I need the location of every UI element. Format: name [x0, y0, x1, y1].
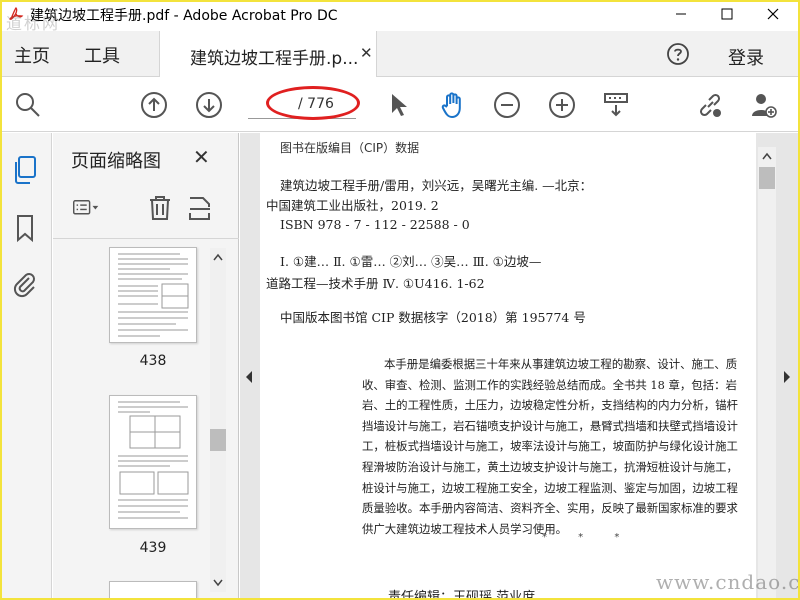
cip-line: 建筑边坡工程手册/雷用，刘兴远，吴曙光主编. —北京： — [280, 178, 593, 193]
trash-icon[interactable] — [147, 195, 173, 221]
thumbnail-page-label: 439 — [139, 540, 167, 556]
panel-title: 页面缩略图 — [71, 151, 161, 172]
scroll-down-icon[interactable] — [213, 579, 223, 587]
section-divider-stars: * * * — [542, 532, 634, 543]
panel-toolbar — [53, 183, 239, 239]
zoom-search-icon[interactable] — [14, 91, 42, 119]
cip-line: 中国建筑工业出版社，2019. 2 — [266, 198, 439, 213]
cip-line: ISBN 978 - 7 - 112 - 22588 - 0 — [280, 217, 470, 232]
thumbnail-scrollbar-thumb[interactable] — [210, 429, 226, 451]
summary-line: 工，桩板式挡墙设计与施工，坡率法设计与施工，坡面防护与绿化设计施工 — [362, 439, 738, 454]
summary-line: 质量验收。本手册内容简洁、资料齐全、实用，反映了最新国家标准的要求 — [362, 501, 738, 516]
hand-tool-icon[interactable] — [439, 91, 467, 119]
document-scrollbar[interactable] — [758, 147, 776, 598]
next-page-icon[interactable] — [195, 91, 223, 119]
classification-line: Ⅰ. ①建… Ⅱ. ①雷… ②刘… ③吴… Ⅲ. ①边坡— — [280, 254, 542, 269]
summary-line: 岩、土的工程性质，土压力，边坡稳定性分析，支挡结构的内力分析，锚杆 — [362, 398, 738, 413]
minimize-button[interactable] — [658, 2, 704, 26]
window-title: 建筑边坡工程手册.pdf - Adobe Acrobat Pro DC — [30, 8, 338, 24]
close-icon — [767, 8, 779, 20]
minimize-icon — [676, 13, 686, 15]
watermark-url: www.cndao.com — [656, 570, 800, 594]
expand-right-panel-icon[interactable] — [782, 370, 792, 384]
thumbnail-scrollbar[interactable] — [210, 248, 226, 592]
share-link-icon[interactable] — [696, 91, 724, 119]
editor-line: 责任编辑：王砚瑶 范业庶 — [388, 590, 536, 600]
help-icon[interactable] — [666, 42, 690, 66]
rotate-page-icon[interactable] — [187, 195, 213, 221]
close-panel-icon[interactable]: ✕ — [193, 145, 210, 169]
bookmark-icon[interactable] — [12, 213, 38, 243]
tab-bar: 主页 工具 建筑边坡工程手册.p... ✕ 登录 — [2, 31, 798, 77]
cip-number: 中国版本图书馆 CIP 数据核字（2018）第 195774 号 — [280, 310, 586, 325]
zoom-out-icon[interactable] — [493, 91, 521, 119]
document-tab-label: 建筑边坡工程手册.p... — [190, 49, 359, 69]
document-scrollbar-thumb[interactable] — [759, 167, 775, 189]
select-arrow-icon[interactable] — [386, 91, 414, 119]
tab-home[interactable]: 主页 — [14, 42, 50, 68]
classification-line: 道路工程—技术手册 Ⅳ. ①U416. 1-62 — [266, 276, 485, 291]
add-user-icon[interactable] — [750, 91, 778, 119]
page-thumbnail[interactable] — [109, 581, 197, 598]
zoom-in-icon[interactable] — [548, 91, 576, 119]
red-highlight-ellipse — [266, 86, 360, 120]
attachment-icon[interactable] — [12, 269, 38, 299]
title-bar: 道标网 建筑边坡工程手册.pdf - Adobe Acrobat Pro DC — [2, 2, 798, 33]
summary-line: 本手册是编委根据三十年来从事建筑边坡工程的勘察、设计、施工、质 — [384, 357, 738, 371]
tab-document[interactable]: 建筑边坡工程手册.p... ✕ — [159, 31, 377, 77]
login-button[interactable]: 登录 — [728, 44, 764, 70]
cip-header: 图书在版编目（CIP）数据 — [280, 141, 420, 155]
previous-page-icon[interactable] — [140, 91, 168, 119]
doc-scroll-up-icon[interactable] — [762, 152, 772, 160]
close-tab-icon[interactable]: ✕ — [360, 44, 373, 62]
scroll-up-icon[interactable] — [213, 253, 223, 261]
page-thumbnail[interactable] — [109, 395, 197, 529]
page-thumbnail-preview — [118, 253, 189, 337]
summary-line: 收、审查、检测、监测工作的实践经验总结而成。全书共 18 章，包括：岩 — [362, 377, 737, 392]
tab-tools[interactable]: 工具 — [84, 42, 120, 68]
left-tool-rail — [2, 133, 52, 598]
page-thumbnail-preview — [118, 401, 189, 519]
page-thumbnails-icon[interactable] — [12, 155, 38, 185]
thumbnail-page-label: 438 — [139, 353, 167, 369]
maximize-icon — [721, 8, 733, 20]
page-display-icon[interactable] — [602, 91, 630, 119]
maximize-button[interactable] — [704, 2, 750, 26]
page-thumbnail[interactable] — [109, 247, 197, 343]
toolbar: / 776 — [2, 78, 798, 132]
summary-paragraph: 本手册是编委根据三十年来从事建筑边坡工程的勘察、设计、施工、质 收、审查、检测、… — [362, 354, 762, 539]
app-window: 道标网 建筑边坡工程手册.pdf - Adobe Acrobat Pro DC … — [0, 0, 800, 600]
close-window-button[interactable] — [750, 2, 796, 26]
summary-line: 挡墙设计与施工，岩石锚喷支护设计与施工，悬臂式挡墙和扶壁式挡墙设计 — [362, 418, 738, 433]
options-menu-icon[interactable] — [73, 195, 99, 221]
summary-line: 程滑坡防治设计与施工，黄土边坡支护设计与施工，抗滑短桩设计与施工， — [362, 459, 738, 474]
thumbnail-panel: 页面缩略图 ✕ 438 439 — [53, 133, 239, 598]
summary-line: 桩设计与施工，边坡工程施工安全，边坡工程监测、鉴定与加固，边坡工程 — [362, 480, 738, 495]
collapse-left-panel-icon[interactable] — [244, 370, 254, 384]
